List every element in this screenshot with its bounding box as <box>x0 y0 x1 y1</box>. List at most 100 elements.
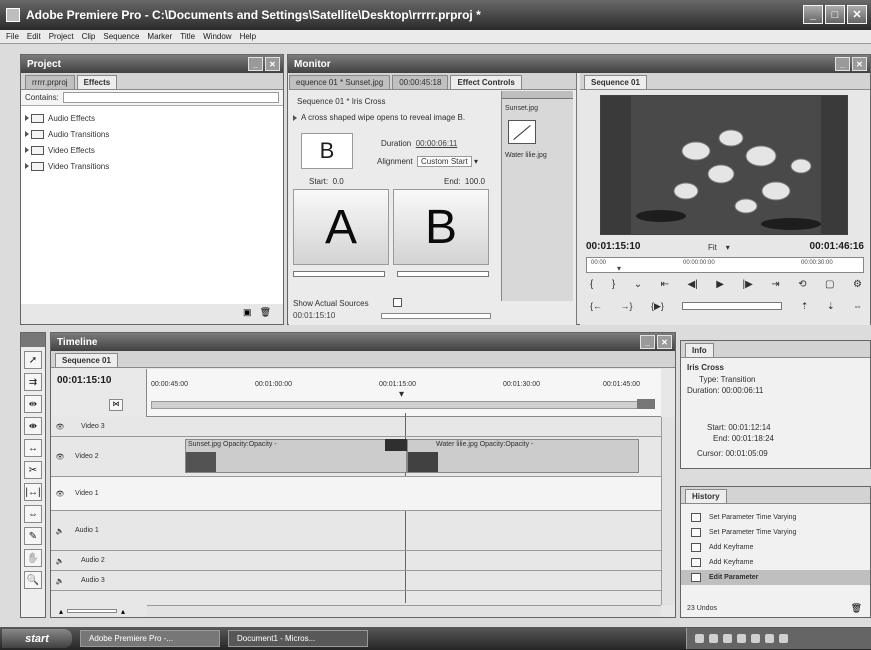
tab-history[interactable]: History <box>685 489 727 503</box>
eye-icon[interactable]: 👁 <box>51 490 69 498</box>
project-panel-header[interactable]: Project _ ✕ <box>21 55 283 73</box>
play-preview-icon[interactable] <box>293 114 297 121</box>
history-item[interactable]: Add Keyframe <box>681 540 870 555</box>
tree-item-video-effects[interactable]: Video Effects <box>21 142 283 158</box>
tab-effects[interactable]: Effects <box>76 75 118 89</box>
panel-close-button[interactable]: ✕ <box>265 57 280 71</box>
expand-arrow-icon[interactable] <box>25 147 29 153</box>
end-slider[interactable] <box>397 271 489 277</box>
speaker-icon[interactable]: 🔈 <box>51 557 69 565</box>
mark-out-icon[interactable]: } <box>612 279 615 290</box>
monitor-panel-header[interactable]: Monitor _ ✕ <box>288 55 870 73</box>
tray-icon[interactable] <box>765 634 774 643</box>
work-area-bar[interactable] <box>151 401 651 409</box>
start-button[interactable]: start <box>2 629 72 648</box>
tab-sequence-01-timeline[interactable]: Sequence 01 <box>55 353 118 367</box>
effects-search-input[interactable] <box>62 92 279 103</box>
trash-icon[interactable]: 🗑 <box>851 603 862 614</box>
playhead-icon[interactable]: ▾ <box>617 264 621 273</box>
safe-margins-icon[interactable]: ▢ <box>825 279 834 290</box>
tab-sequence-01[interactable]: Sequence 01 <box>584 75 647 89</box>
speaker-icon[interactable]: 🔈 <box>51 527 69 535</box>
track-video-1[interactable]: 👁 Video 1 <box>51 477 661 511</box>
alignment-dropdown[interactable]: Custom Start <box>417 156 472 167</box>
start-slider[interactable] <box>293 271 385 277</box>
panel-close-button[interactable]: ✕ <box>657 335 672 349</box>
slip-tool-icon[interactable]: |↔| <box>24 483 42 501</box>
tab-info[interactable]: Info <box>685 343 714 357</box>
ripple-edit-tool-icon[interactable]: ⇹ <box>24 395 42 413</box>
track-video-2[interactable]: 👁 Video 2 Sunset.jpg Opacity:Opacity - Wa… <box>51 437 661 477</box>
zoom-in-icon[interactable]: ▴ <box>121 607 125 616</box>
effect-controls-timecode[interactable]: 00:01:15:10 <box>293 311 335 320</box>
timeline-horizontal-scrollbar[interactable] <box>147 605 661 617</box>
go-to-out-icon[interactable]: ⇥ <box>771 279 779 290</box>
timeline-panel-header[interactable]: Timeline _ ✕ <box>51 333 675 351</box>
play-around-icon[interactable]: {▶} <box>651 301 664 312</box>
menu-window[interactable]: Window <box>203 32 231 41</box>
menu-edit[interactable]: Edit <box>27 32 41 41</box>
mark-in-icon[interactable]: { <box>590 279 593 290</box>
menu-clip[interactable]: Clip <box>82 32 96 41</box>
history-item[interactable]: Set Parameter Time Varying <box>681 525 870 540</box>
tree-item-video-transitions[interactable]: Video Transitions <box>21 158 283 174</box>
chevron-down-icon[interactable]: ▾ <box>472 157 478 166</box>
loop-icon[interactable]: ⟲ <box>798 279 806 290</box>
history-item[interactable]: Set Parameter Time Varying <box>681 510 870 525</box>
slide-tool-icon[interactable]: ⇔ <box>24 505 42 523</box>
hand-tool-icon[interactable]: ✋ <box>24 549 42 567</box>
clip-water-lilies[interactable]: Water lilie.jpg Opacity:Opacity - <box>407 439 639 473</box>
expand-arrow-icon[interactable] <box>25 115 29 121</box>
tree-item-audio-transitions[interactable]: Audio Transitions <box>21 126 283 142</box>
playhead-icon[interactable]: ▾ <box>399 389 404 400</box>
menu-file[interactable]: File <box>6 32 19 41</box>
fit-dropdown[interactable]: Fit ▾ <box>708 243 730 252</box>
panel-minimize-button[interactable]: _ <box>835 57 850 71</box>
zoom-out-icon[interactable]: ▴ <box>59 607 63 616</box>
program-timecode-in[interactable]: 00:01:15:10 <box>586 241 640 252</box>
extract-icon[interactable]: ⇣ <box>827 301 835 312</box>
eye-icon[interactable]: 👁 <box>51 423 69 431</box>
tab-source[interactable]: equence 01 * Sunset.jpg <box>289 75 391 89</box>
panel-minimize-button[interactable]: _ <box>248 57 263 71</box>
menu-sequence[interactable]: Sequence <box>103 32 139 41</box>
start-value[interactable]: 0.0 <box>333 177 344 186</box>
timeline-vertical-scrollbar[interactable] <box>661 417 675 605</box>
go-to-in-icon[interactable]: ⇤ <box>661 279 669 290</box>
track-audio-1[interactable]: 🔈 Audio 1 <box>51 511 661 551</box>
play-icon[interactable]: ▶ <box>716 279 724 290</box>
duration-value[interactable]: 00:00:06:11 <box>416 139 458 148</box>
maximize-button[interactable]: □ <box>825 5 845 24</box>
step-forward-icon[interactable]: |▶ <box>742 279 752 290</box>
tray-icon[interactable] <box>695 634 704 643</box>
track-audio-2[interactable]: 🔈 Audio 2 <box>51 551 661 571</box>
show-sources-checkbox[interactable] <box>393 298 402 307</box>
play-in-to-out-icon[interactable]: {← <box>590 301 602 312</box>
menu-project[interactable]: Project <box>49 32 74 41</box>
eye-icon[interactable]: 👁 <box>51 453 69 461</box>
jog-slider[interactable] <box>682 302 783 310</box>
tray-icon[interactable] <box>709 634 718 643</box>
speaker-icon[interactable]: 🔈 <box>51 577 69 585</box>
tab-effect-controls[interactable]: Effect Controls <box>450 75 522 89</box>
history-item-selected[interactable]: Edit Parameter <box>681 570 870 585</box>
lift-icon[interactable]: ⇡ <box>801 301 809 312</box>
razor-tool-icon[interactable]: ✂ <box>24 461 42 479</box>
pen-tool-icon[interactable]: ✎ <box>24 527 42 545</box>
snap-icon[interactable]: ⋈ <box>109 399 123 411</box>
tray-icon[interactable] <box>723 634 732 643</box>
output-icon[interactable]: ⚙ <box>853 279 862 290</box>
shuttle-icon[interactable]: →} <box>621 301 633 312</box>
trim-icon[interactable]: ⇔ <box>853 301 862 312</box>
track-select-tool-icon[interactable]: ⇉ <box>24 373 42 391</box>
rate-stretch-tool-icon[interactable]: ↔ <box>24 439 42 457</box>
track-audio-3[interactable]: 🔈 Audio 3 <box>51 571 661 591</box>
taskbar-premiere[interactable]: Adobe Premiere Pro -... <box>80 630 220 647</box>
expand-arrow-icon[interactable] <box>25 131 29 137</box>
close-button[interactable]: ✕ <box>847 5 867 24</box>
program-ruler[interactable]: 00:00 00:00:00:00 00:00:30:00 ▾ <box>586 257 864 273</box>
trash-icon[interactable]: 🗑 <box>260 307 271 318</box>
tray-icon[interactable] <box>751 634 760 643</box>
tab-project[interactable]: rrrrr.prproj <box>25 75 75 89</box>
tree-item-audio-effects[interactable]: Audio Effects <box>21 110 283 126</box>
